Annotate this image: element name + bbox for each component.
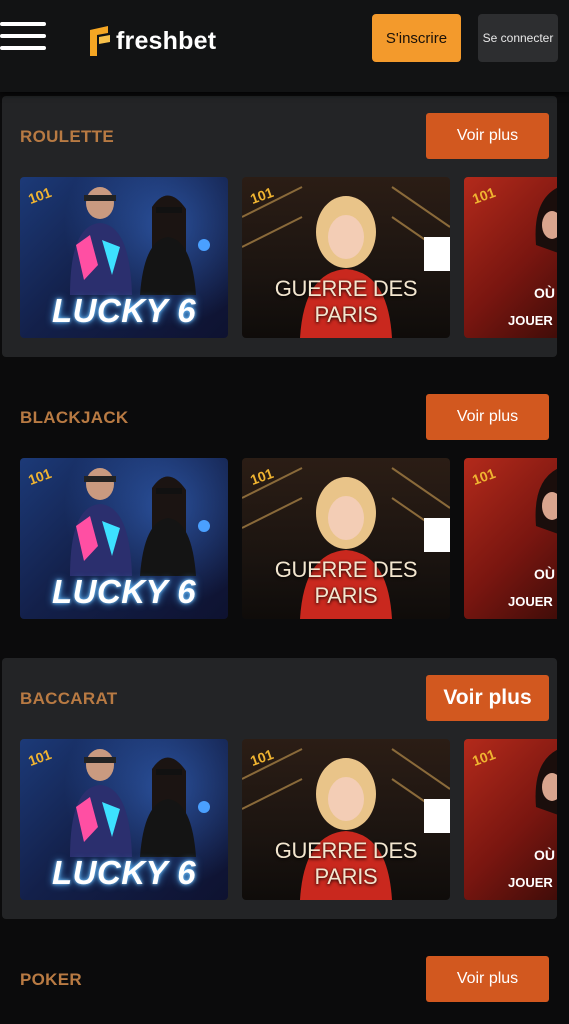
game-card-partial[interactable]: 101 OÙ JOUER (464, 739, 557, 900)
game-card-partial[interactable]: 101 OÙ JOUER (464, 177, 557, 338)
dealer-illustration (535, 749, 557, 815)
provider-badge-icon: 101 (472, 466, 498, 486)
section-title: BACCARAT (20, 689, 118, 708)
provider-badge-icon: 101 (250, 747, 276, 767)
provider-badge-icon: 101 (250, 466, 276, 486)
game-title-line1: OÙ (534, 566, 555, 582)
section-baccarat: BACCARAT Voir plus 101 LUCKY 6 101 GUERR… (2, 658, 557, 919)
voir-plus-button[interactable]: Voir plus (426, 956, 549, 1002)
svg-text:101: 101 (472, 466, 498, 486)
game-title: LUCKY 6 (51, 573, 197, 610)
game-card-lucky6[interactable]: 101 LUCKY 6 (20, 177, 228, 338)
top-bar: freshbet S'inscrire Se connecter (0, 0, 569, 92)
register-button[interactable]: S'inscrire (372, 14, 461, 62)
game-title: GUERRE DES PARIS (274, 276, 418, 327)
logo-text: freshbet (116, 26, 217, 55)
game-title: LUCKY 6 (51, 292, 197, 329)
svg-text:101: 101 (472, 747, 498, 767)
game-title-line1: OÙ (534, 847, 555, 863)
provider-badge-icon: 101 (250, 185, 276, 205)
dealer-illustration (535, 468, 557, 534)
svg-text:101: 101 (250, 466, 276, 486)
game-card-guerre-des-paris[interactable]: 101 GUERRE DES PARIS (242, 458, 450, 619)
game-title: GUERRE DES PARIS (274, 557, 418, 608)
game-title-line2: JOUER (508, 594, 553, 609)
game-carousel[interactable]: 101 LUCKY 6 101 GUERRE DES PARIS 101 OÙ … (20, 739, 557, 902)
provider-badge-icon: 101 (472, 185, 498, 205)
game-card-guerre-des-paris[interactable]: 101 GUERRE DES PARIS (242, 177, 450, 338)
section-title: BLACKJACK (20, 408, 129, 427)
section-title: POKER (20, 970, 82, 989)
game-title: LUCKY 6 (51, 854, 197, 891)
section-title: ROULETTE (20, 127, 115, 146)
logo-mark-icon (90, 26, 110, 56)
game-card-lucky6[interactable]: 101 LUCKY 6 (20, 458, 228, 619)
section-roulette: ROULETTE Voir plus 101 LUCKY 6 101 GUERR… (2, 96, 557, 357)
voir-plus-button[interactable]: Voir plus (426, 113, 549, 159)
voir-plus-button[interactable]: Voir plus (426, 394, 549, 440)
hosts-illustration (70, 468, 210, 576)
game-carousel[interactable]: 101 LUCKY 6 101 GUERRE DES PARIS 101 OÙ … (20, 177, 557, 340)
game-title: GUERRE DES PARIS (274, 838, 418, 889)
voir-plus-button[interactable]: Voir plus (426, 675, 549, 721)
game-title-line2: JOUER (508, 313, 553, 328)
provider-badge-icon: 101 (472, 747, 498, 767)
game-card-partial[interactable]: 101 OÙ JOUER (464, 458, 557, 619)
freshbet-logo[interactable]: freshbet (88, 24, 216, 58)
game-card-guerre-des-paris[interactable]: 101 GUERRE DES PARIS (242, 739, 450, 900)
section-blackjack: BLACKJACK Voir plus 101 LUCKY 6 101 GUER… (2, 377, 557, 638)
game-carousel[interactable]: 101 LUCKY 6 101 GUERRE DES PARIS 101 OÙ … (20, 458, 557, 621)
hosts-illustration (70, 749, 210, 857)
svg-text:101: 101 (250, 747, 276, 767)
section-poker: POKER Voir plus (2, 939, 557, 1024)
game-card-lucky6[interactable]: 101 LUCKY 6 (20, 739, 228, 900)
game-title-line2: JOUER (508, 875, 553, 890)
login-button[interactable]: Se connecter (478, 14, 558, 62)
dealer-illustration (535, 187, 557, 253)
svg-text:101: 101 (250, 185, 276, 205)
hosts-illustration (70, 187, 210, 295)
game-title-line1: OÙ (534, 285, 555, 301)
menu-icon[interactable] (0, 22, 48, 54)
svg-text:101: 101 (472, 185, 498, 205)
